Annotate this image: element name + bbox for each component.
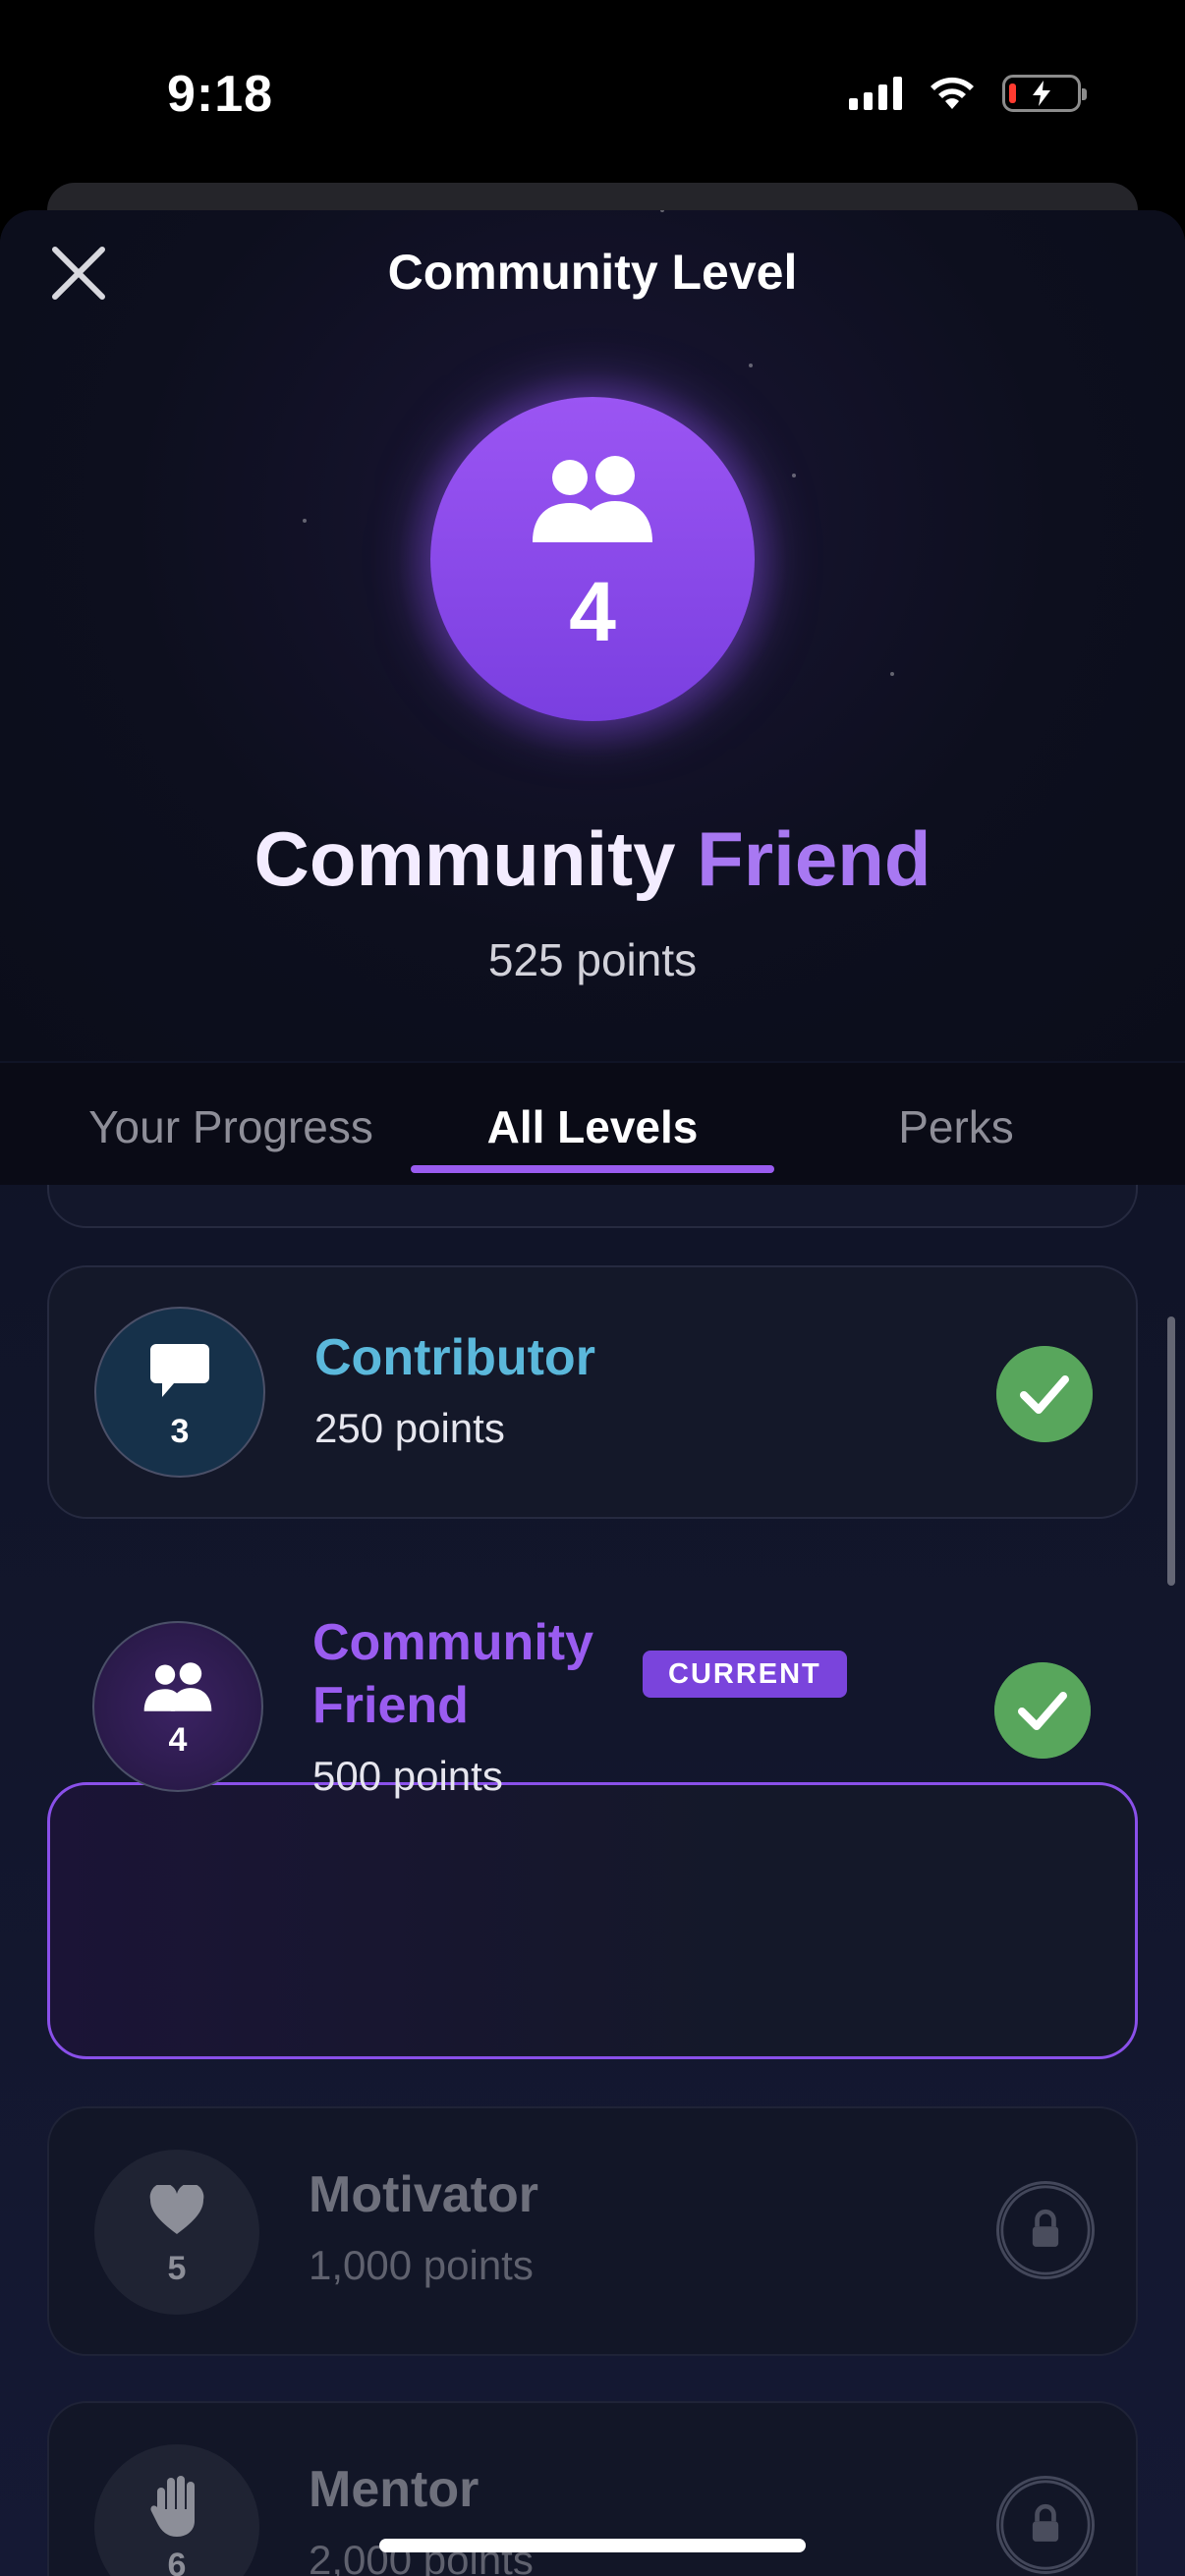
status-time: 9:18 xyxy=(167,66,274,123)
level-number: 4 xyxy=(168,1721,188,1759)
total-points: 525 points xyxy=(487,934,698,985)
current-badge: CURRENT xyxy=(643,1651,847,1698)
sheet-title: Community Level xyxy=(387,245,798,300)
tab-perks[interactable]: Perks xyxy=(786,1083,1126,1171)
level-name-line2: Friend xyxy=(312,1677,469,1734)
active-tab-indicator xyxy=(411,1165,774,1173)
level-name-second: Friend xyxy=(697,815,931,902)
status-icons xyxy=(849,75,1087,112)
people-icon xyxy=(533,456,652,542)
battery-charging-icon xyxy=(1002,75,1087,112)
level-name-line1: Community xyxy=(312,1614,593,1671)
level-badge: 4 xyxy=(430,397,755,721)
level-number: 6 xyxy=(167,2547,187,2576)
hero-section: Community Level 4 Community Friend 525 p… xyxy=(0,210,1185,1061)
level-name: Community Friend xyxy=(0,810,1185,908)
people-icon xyxy=(143,1662,212,1711)
wifi-icon xyxy=(931,77,974,109)
level-icon-circle: 6 xyxy=(94,2444,259,2576)
level-points: 1,000 points xyxy=(309,2242,534,2288)
level-icon-circle: 5 xyxy=(94,2150,259,2315)
cellular-signal-icon xyxy=(849,77,902,110)
status-bar: 9:18 xyxy=(0,0,1185,196)
level-card-previous[interactable] xyxy=(47,1185,1138,1228)
level-name: Contributor xyxy=(314,1329,595,1386)
chat-bubble-icon xyxy=(150,1344,209,1397)
lock-icon xyxy=(996,2181,1095,2279)
levels-list[interactable]: 3 Contributor 250 points 5 Motivator 1,0… xyxy=(0,1185,1185,2576)
check-icon xyxy=(996,1346,1093,1442)
community-level-sheet: Community Level 4 Community Friend 525 p… xyxy=(0,210,1185,2576)
level-name: Motivator xyxy=(309,2166,538,2223)
tab-all-levels[interactable]: All Levels xyxy=(411,1083,774,1171)
heart-icon xyxy=(149,2185,204,2234)
level-number: 5 xyxy=(167,2250,187,2287)
level-card-contributor[interactable]: 3 Contributor 250 points xyxy=(47,1265,1138,1519)
badge-level-number: 4 xyxy=(569,565,616,659)
level-name: Mentor xyxy=(309,2461,480,2518)
level-card-community-friend-content[interactable]: 4 Community Friend CURRENT 500 points xyxy=(47,1572,1138,1849)
level-icon-circle: 3 xyxy=(94,1307,265,1478)
home-indicator[interactable] xyxy=(379,2539,806,2552)
scrollbar[interactable] xyxy=(1167,1316,1175,1586)
level-points: 250 points xyxy=(314,1405,505,1451)
level-icon-circle: 4 xyxy=(92,1621,263,1792)
tab-your-progress[interactable]: Your Progress xyxy=(39,1083,423,1171)
check-icon xyxy=(994,1662,1091,1759)
level-number: 3 xyxy=(170,1413,190,1450)
level-points: 500 points xyxy=(312,1753,503,1799)
raised-hand-icon xyxy=(150,2476,195,2537)
level-name-first: Community xyxy=(254,815,676,902)
lock-icon xyxy=(996,2476,1095,2574)
level-card-motivator[interactable]: 5 Motivator 1,000 points xyxy=(47,2106,1138,2356)
